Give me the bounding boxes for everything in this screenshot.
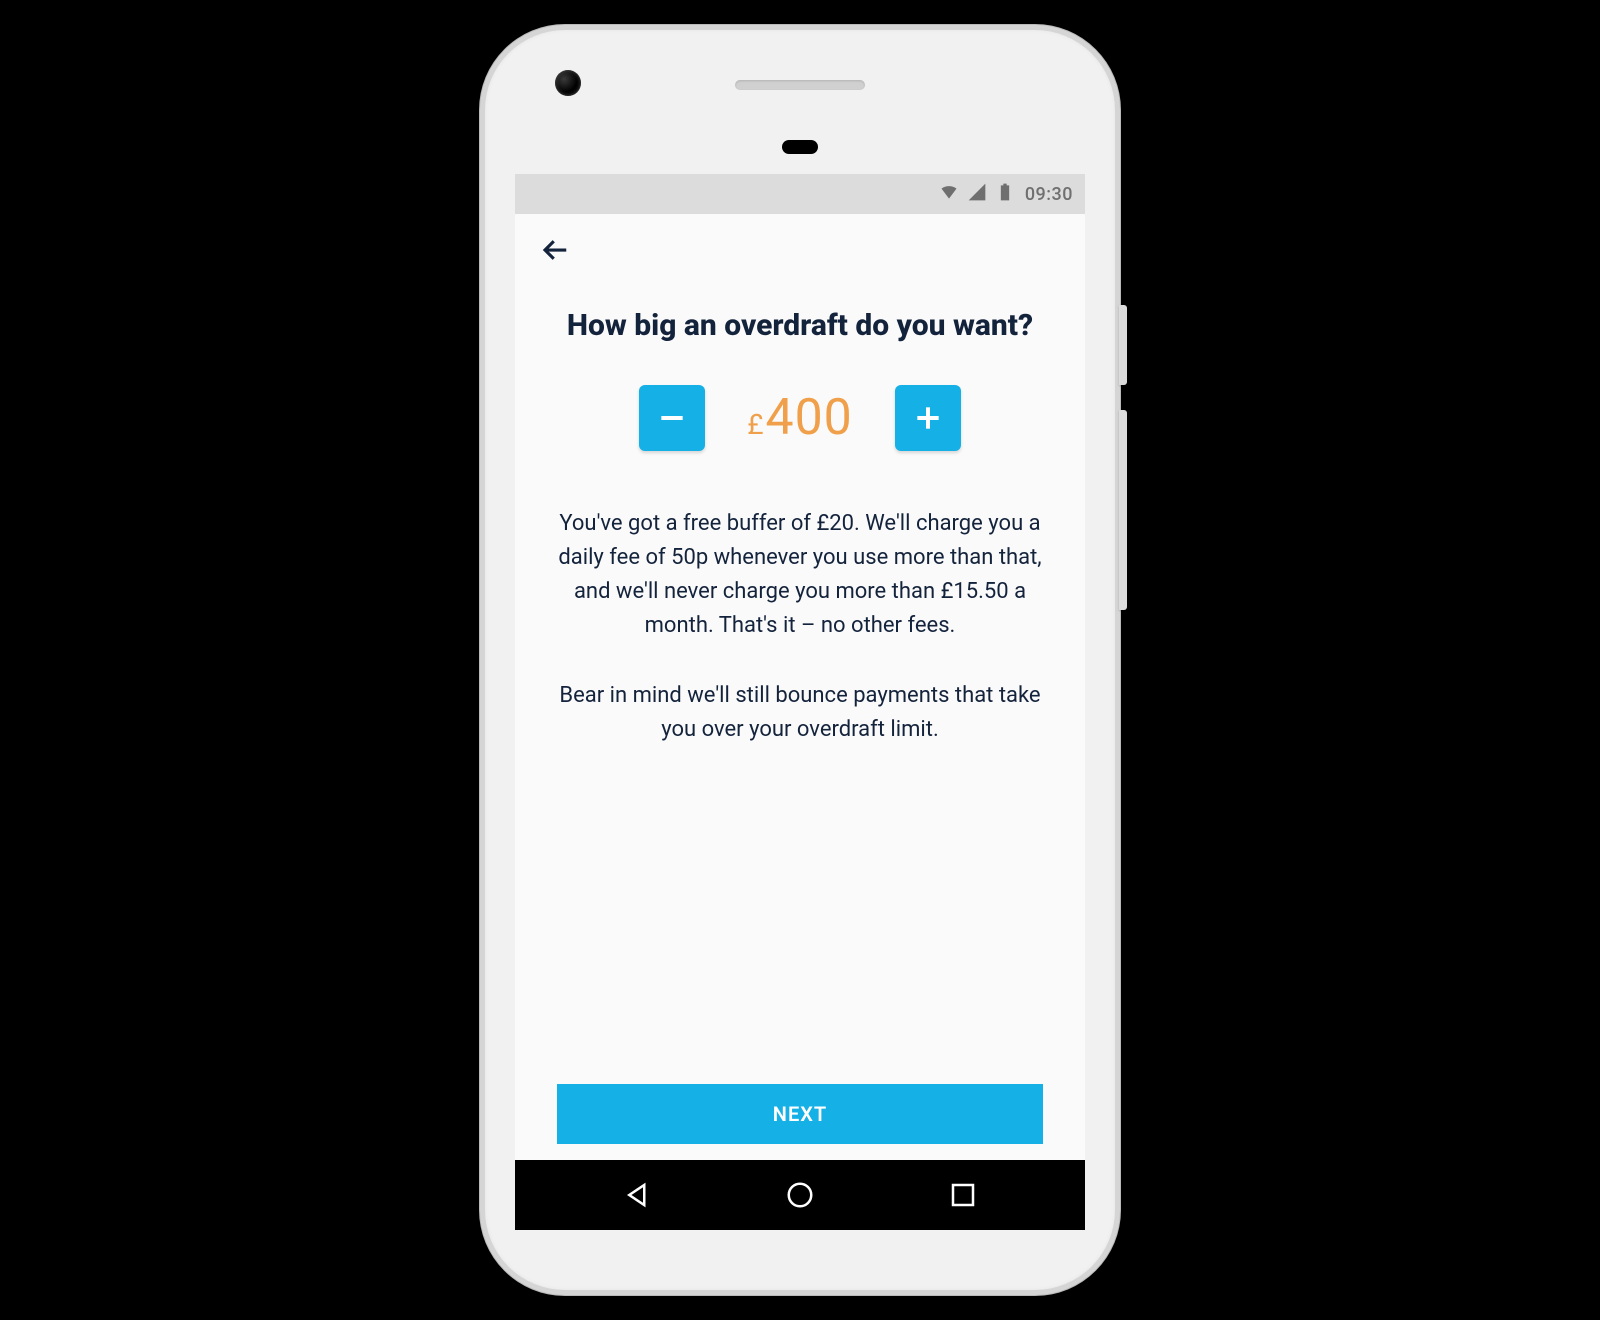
phone-sensor xyxy=(782,140,818,154)
amount-value: 400 xyxy=(765,389,852,447)
phone-volume-button xyxy=(1119,410,1127,610)
decrease-button[interactable] xyxy=(639,385,705,451)
app-header xyxy=(515,214,1085,286)
device-screen: 09:30 How big an overdraft do you want? xyxy=(515,174,1085,1230)
phone-speaker xyxy=(735,80,865,90)
next-button[interactable]: NEXT xyxy=(557,1084,1043,1144)
nav-recent-button[interactable] xyxy=(923,1170,1003,1220)
circle-home-icon xyxy=(785,1180,815,1210)
fee-description: You've got a free buffer of £20. We'll c… xyxy=(541,507,1059,643)
app-area: How big an overdraft do you want? £ 400 xyxy=(515,214,1085,1160)
amount-stepper: £ 400 xyxy=(541,385,1059,451)
battery-icon xyxy=(995,182,1015,207)
phone-camera xyxy=(555,70,581,96)
arrow-left-icon xyxy=(540,235,570,265)
back-button[interactable] xyxy=(533,228,577,272)
android-nav-bar xyxy=(515,1160,1085,1230)
currency-symbol: £ xyxy=(747,408,763,441)
nav-home-button[interactable] xyxy=(760,1170,840,1220)
status-time: 09:30 xyxy=(1025,184,1073,205)
cellular-icon xyxy=(967,182,987,207)
amount-display: £ 400 xyxy=(735,389,865,447)
minus-icon xyxy=(656,402,688,434)
increase-button[interactable] xyxy=(895,385,961,451)
content-area: How big an overdraft do you want? £ 400 xyxy=(515,286,1085,1160)
plus-icon xyxy=(912,402,944,434)
cta-container: NEXT xyxy=(541,1068,1059,1160)
page-heading: How big an overdraft do you want? xyxy=(541,306,1059,345)
bounce-warning: Bear in mind we'll still bounce payments… xyxy=(541,679,1059,747)
square-recent-icon xyxy=(948,1180,978,1210)
status-bar: 09:30 xyxy=(515,174,1085,214)
phone-frame: 09:30 How big an overdraft do you want? xyxy=(485,30,1115,1290)
phone-power-button xyxy=(1119,305,1127,385)
nav-back-button[interactable] xyxy=(598,1170,678,1220)
wifi-icon xyxy=(939,182,959,207)
triangle-back-icon xyxy=(623,1180,653,1210)
